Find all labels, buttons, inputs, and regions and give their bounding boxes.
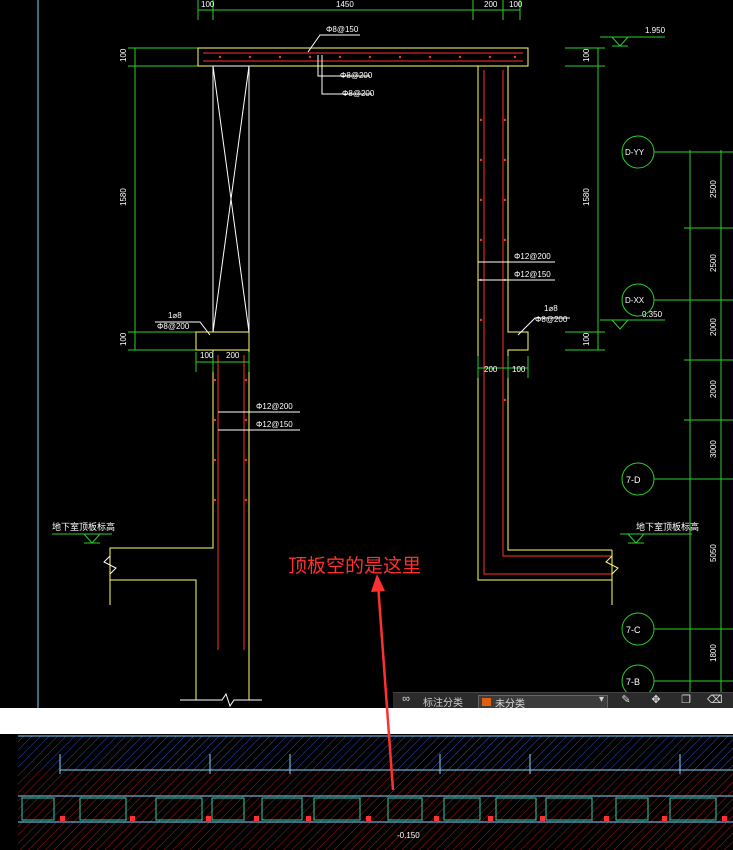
annotation-toolbar: ∞ 标注分类 未分类 ▾ ✎ ✥ ❐ ⌫ — [393, 692, 733, 710]
bar-left-wall-1: Φ12@200 — [256, 402, 293, 411]
chevron-down-icon: ▾ — [598, 694, 604, 705]
delete-icon[interactable]: ⌫ — [707, 693, 723, 707]
axis-dim-4: 2000 — [709, 380, 718, 398]
axis-dim-5: 3000 — [709, 440, 718, 458]
axis-dim-1: 2500 — [709, 180, 718, 198]
axis-d-xx: D-XX — [625, 296, 645, 305]
annotation-text: 顶板空的是这里 — [288, 556, 422, 577]
wall-right-200: 200 — [484, 365, 498, 374]
dim-left-1580: 1580 — [119, 188, 128, 206]
dim-top-mid: 1450 — [336, 0, 354, 9]
category-label: 标注分类 — [423, 698, 463, 709]
axis-7-d: 7-D — [626, 475, 641, 485]
cad-plan-view[interactable]: -0.150 — [0, 734, 733, 850]
link-icon[interactable]: ∞ — [399, 693, 413, 707]
bar-left-corner-1: 1⌀8 — [168, 311, 182, 320]
wall-left-200: 200 — [226, 351, 240, 360]
wall-left-100: 100 — [200, 351, 214, 360]
category-swatch — [482, 698, 491, 706]
bar-right-wall-1: Φ12@200 — [514, 252, 551, 261]
dim-top-left: 100 — [201, 0, 215, 9]
cad-section-view[interactable]: 100 1450 200 100 100 1580 100 100 1580 1… — [0, 0, 733, 710]
drawing-screenshot: 100 1450 200 100 100 1580 100 100 1580 1… — [0, 0, 733, 850]
dim-right-100a: 100 — [582, 48, 591, 62]
dim-right-1580: 1580 — [582, 188, 591, 206]
basement-level-left: 地下室顶板标高 — [52, 521, 115, 532]
copy-icon[interactable]: ❐ — [679, 693, 693, 707]
axis-dim-3: 2000 — [709, 318, 718, 336]
axis-7-b: 7-B — [626, 677, 640, 687]
bar-top-slab: Φ8@150 — [326, 25, 359, 34]
bar-left-wall-2: Φ12@150 — [256, 420, 293, 429]
white-separator — [0, 708, 733, 734]
dim-left-100b: 100 — [119, 332, 128, 346]
level-top: 1.950 — [645, 26, 666, 35]
bar-top-2: Φ8@200 — [342, 89, 375, 98]
axis-7-c: 7-C — [626, 625, 641, 635]
plan-drawing: -0.150 — [18, 735, 733, 850]
bar-left-corner-2: Φ8@200 — [157, 322, 190, 331]
section-drawing: 100 1450 200 100 100 1580 100 100 1580 1… — [37, 0, 733, 708]
move-icon[interactable]: ✥ — [649, 693, 663, 707]
bar-right-corner-2: Φ8@200 — [535, 315, 568, 324]
axis-d-yy: D-YY — [625, 148, 645, 157]
axis-dim-2: 2500 — [709, 254, 718, 272]
pen-icon[interactable]: ✎ — [619, 693, 633, 707]
dim-left-100a: 100 — [119, 48, 128, 62]
bar-right-wall-2: Φ12@150 — [514, 270, 551, 279]
dim-top-r1: 200 — [484, 0, 498, 9]
category-select[interactable]: 未分类 ▾ — [478, 694, 608, 710]
dim-right-100b: 100 — [582, 332, 591, 346]
axis-dim-7: 1800 — [709, 644, 718, 662]
plan-level: -0.150 — [397, 831, 420, 840]
bar-top-1: Φ8@200 — [340, 71, 373, 80]
bar-right-corner-1: 1⌀8 — [544, 304, 558, 313]
axis-dim-6: 5050 — [709, 544, 718, 562]
dim-top-r2: 100 — [509, 0, 523, 9]
wall-right-100: 100 — [512, 365, 526, 374]
